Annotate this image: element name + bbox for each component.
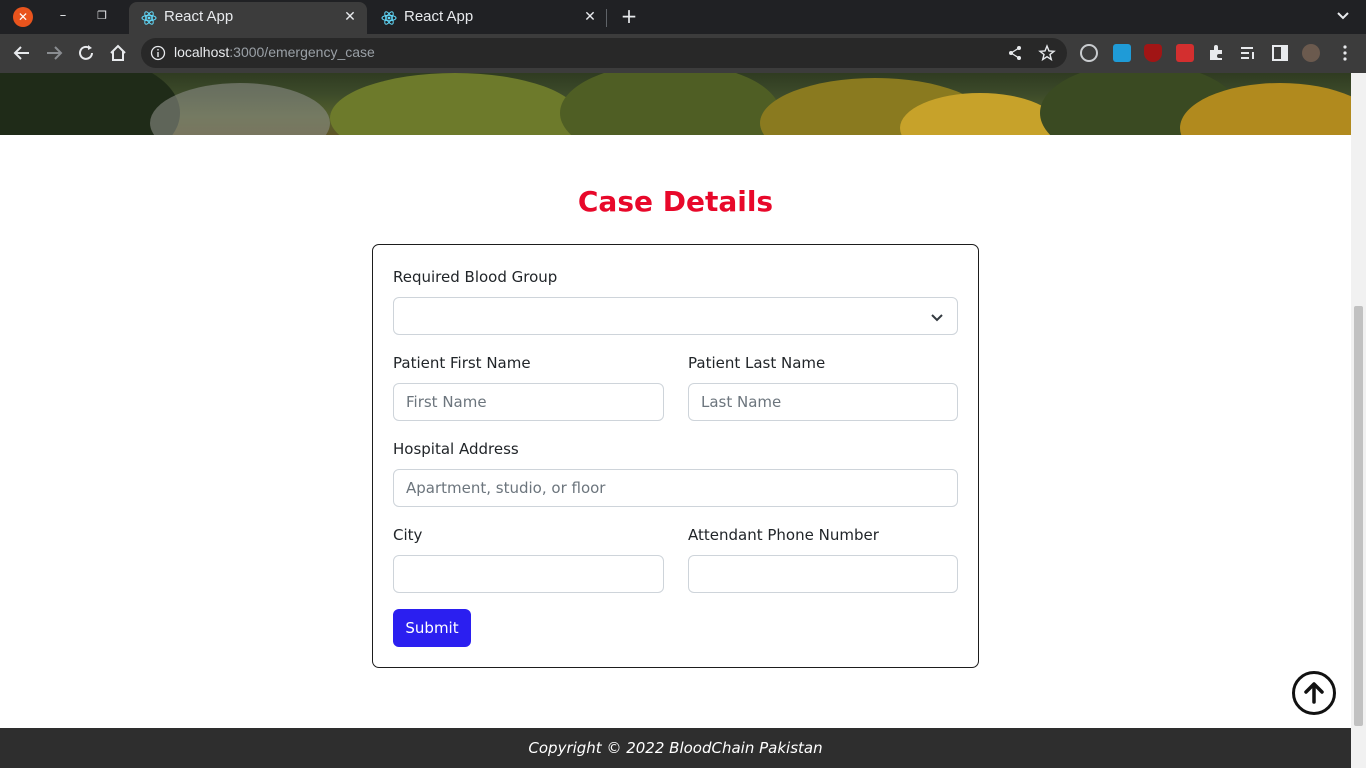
address-bar[interactable]: localhost:3000/emergency_case bbox=[141, 38, 1067, 68]
last-name-placeholder: Last Name bbox=[701, 393, 782, 411]
new-tab-button[interactable]: + bbox=[619, 5, 639, 27]
phone-input[interactable] bbox=[688, 555, 958, 593]
last-name-label: Patient Last Name bbox=[688, 354, 826, 372]
tab-close-icon[interactable]: ✕ bbox=[581, 8, 599, 26]
browser-tab-1[interactable]: React App ✕ bbox=[129, 2, 367, 34]
case-details-form: Required Blood Group Patient First Name … bbox=[372, 244, 979, 668]
extensions-icon[interactable] bbox=[1207, 44, 1225, 62]
forward-icon[interactable] bbox=[44, 43, 64, 63]
tab-title: React App bbox=[404, 8, 474, 25]
blood-group-select[interactable] bbox=[393, 297, 958, 335]
city-label: City bbox=[393, 526, 423, 544]
react-icon bbox=[141, 11, 157, 25]
scrollbar-thumb[interactable] bbox=[1354, 306, 1363, 726]
react-icon bbox=[381, 11, 397, 25]
submit-button[interactable]: Submit bbox=[393, 609, 471, 647]
translate-extension-icon[interactable] bbox=[1113, 44, 1131, 62]
performance-extension-icon[interactable] bbox=[1080, 44, 1098, 62]
first-name-input[interactable]: First Name bbox=[393, 383, 664, 421]
share-icon[interactable] bbox=[1007, 45, 1023, 61]
url-text: localhost:3000/emergency_case bbox=[174, 44, 375, 60]
back-icon[interactable] bbox=[12, 43, 32, 63]
hero-banner-image bbox=[0, 73, 1351, 135]
arrow-up-icon bbox=[1304, 682, 1324, 704]
hospital-address-placeholder: Apartment, studio, or floor bbox=[406, 479, 606, 497]
star-icon[interactable] bbox=[1038, 44, 1056, 62]
last-name-input[interactable]: Last Name bbox=[688, 383, 958, 421]
page-viewport: Case Details Required Blood Group Patien… bbox=[0, 73, 1351, 768]
window-minimize-icon[interactable]: – bbox=[55, 6, 71, 26]
reading-list-icon[interactable] bbox=[1239, 44, 1257, 62]
scroll-to-top-button[interactable] bbox=[1292, 671, 1336, 715]
blood-group-label: Required Blood Group bbox=[393, 268, 558, 286]
page-scrollbar[interactable] bbox=[1351, 73, 1366, 768]
extension-red-icon[interactable] bbox=[1176, 44, 1194, 62]
url-path: :3000/emergency_case bbox=[229, 44, 375, 60]
chevron-down-icon bbox=[931, 314, 943, 322]
browser-tab-strip: ✕ – ❐ React App ✕ React App ✕ + bbox=[0, 0, 1366, 34]
window-close-icon[interactable]: ✕ bbox=[13, 7, 33, 27]
menu-icon[interactable] bbox=[1336, 44, 1354, 62]
ublock-icon[interactable] bbox=[1144, 44, 1162, 62]
footer-copyright: Copyright © 2022 BloodChain Pakistan bbox=[0, 728, 1351, 768]
phone-label: Attendant Phone Number bbox=[688, 526, 879, 544]
tab-separator bbox=[606, 9, 607, 27]
side-panel-icon[interactable] bbox=[1271, 44, 1289, 62]
page-title: Case Details bbox=[577, 185, 774, 218]
city-input[interactable] bbox=[393, 555, 664, 593]
tab-close-icon[interactable]: ✕ bbox=[341, 8, 359, 26]
chevron-down-icon[interactable] bbox=[1334, 7, 1352, 25]
browser-tab-2[interactable]: React App ✕ bbox=[369, 2, 607, 34]
first-name-placeholder: First Name bbox=[406, 393, 487, 411]
hospital-address-label: Hospital Address bbox=[393, 440, 519, 458]
browser-toolbar: localhost:3000/emergency_case bbox=[0, 34, 1366, 73]
first-name-label: Patient First Name bbox=[393, 354, 531, 372]
hospital-address-input[interactable]: Apartment, studio, or floor bbox=[393, 469, 958, 507]
home-icon[interactable] bbox=[108, 43, 128, 63]
tab-title: React App bbox=[164, 8, 234, 25]
profile-avatar[interactable] bbox=[1302, 44, 1320, 62]
window-maximize-icon[interactable]: ❐ bbox=[94, 6, 110, 26]
url-host: localhost bbox=[174, 44, 230, 60]
reload-icon[interactable] bbox=[76, 43, 96, 63]
info-icon[interactable] bbox=[150, 45, 166, 61]
